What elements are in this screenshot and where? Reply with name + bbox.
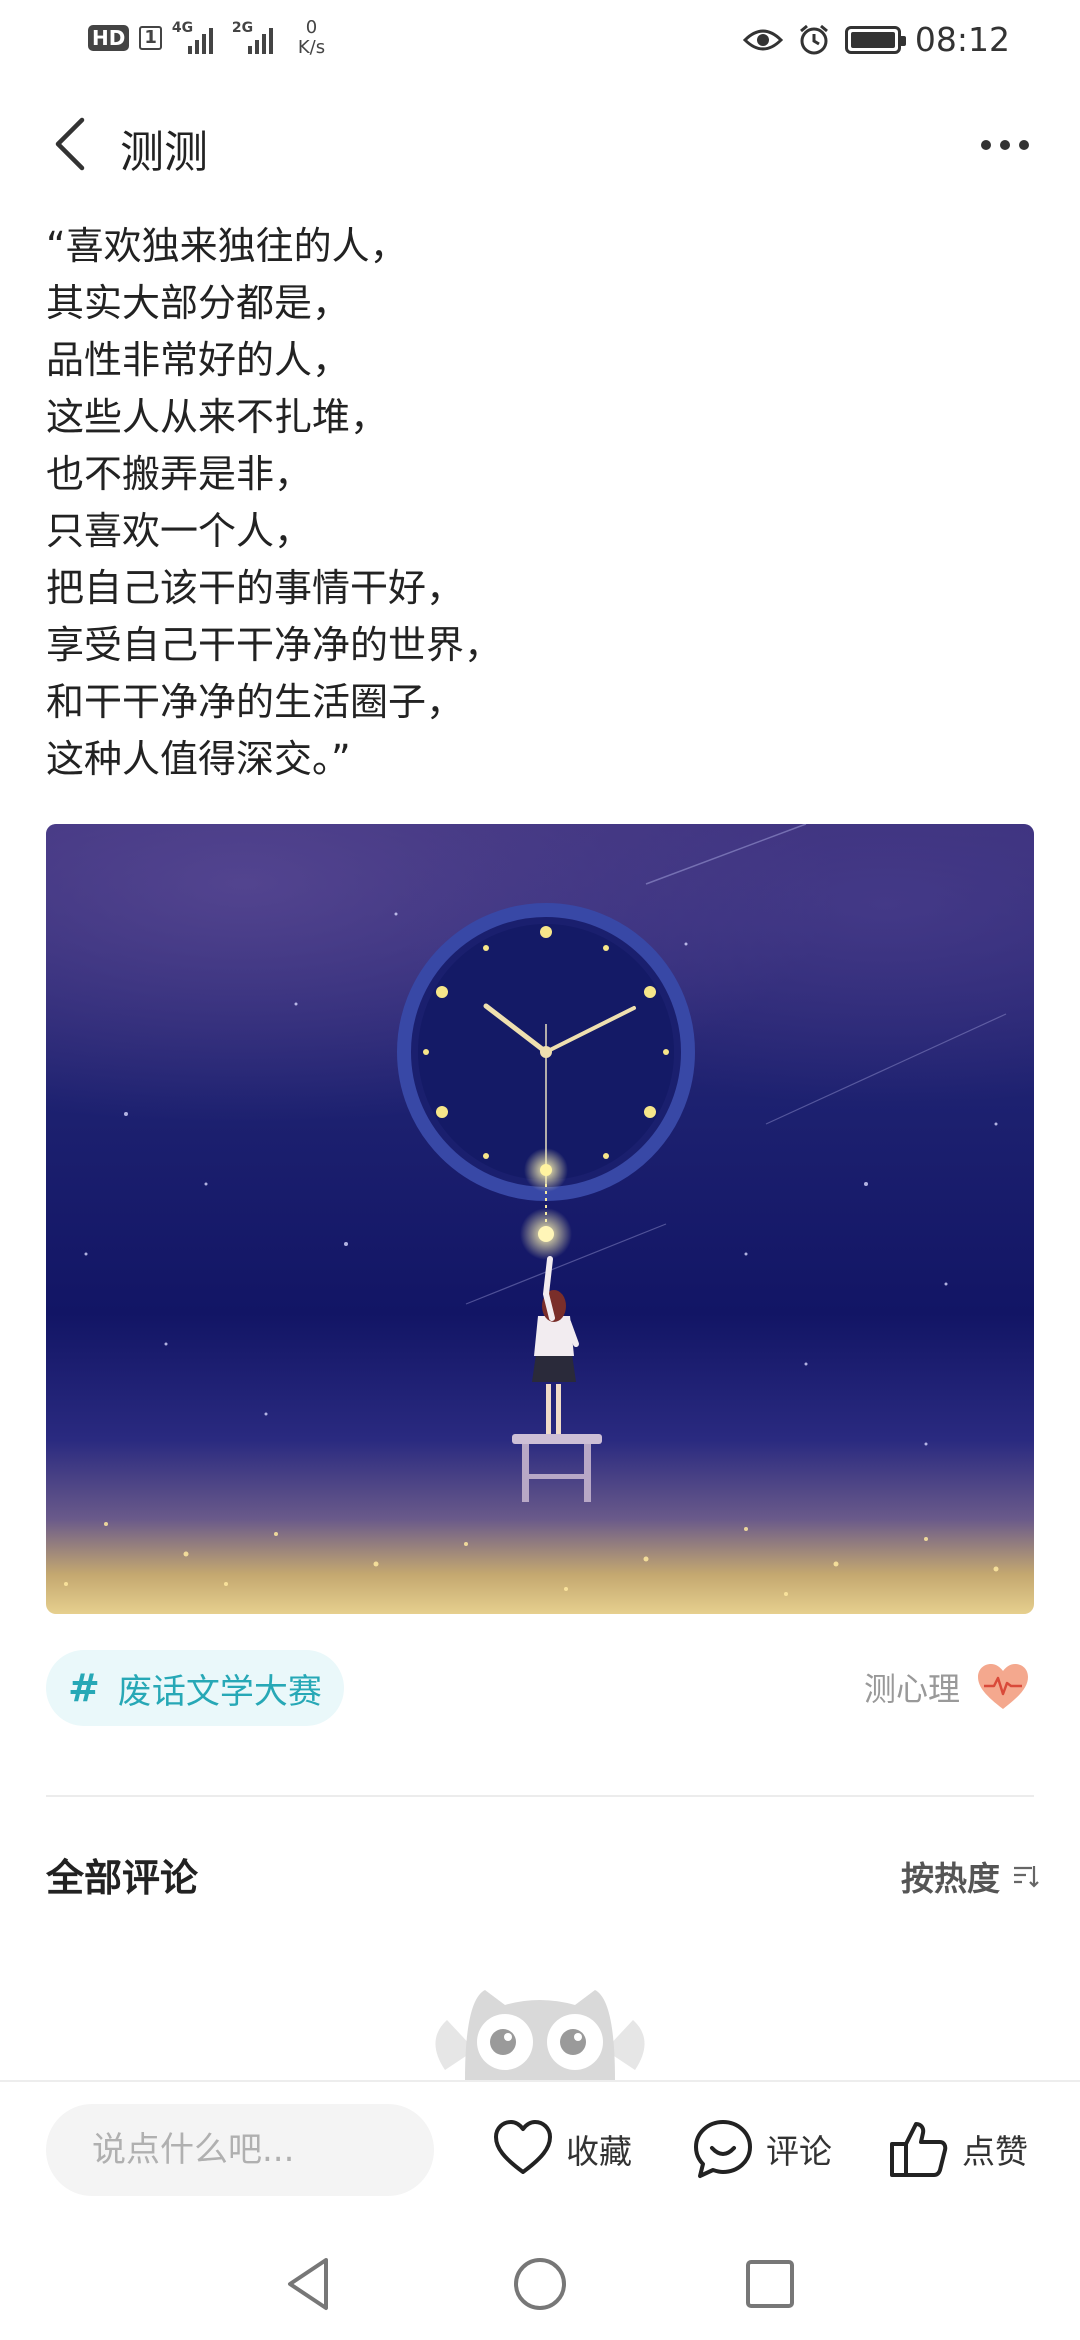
sim-badge: 1 (139, 26, 162, 50)
post-line: 只喜欢一个人， (46, 509, 313, 553)
more-options-button[interactable] (970, 120, 1040, 170)
battery-icon (844, 25, 906, 54)
thumbs-up-icon (890, 2122, 948, 2177)
divider (46, 1795, 1034, 1797)
post-body: “喜欢独来独往的人， 其实大部分都是， 品性非常好的人， 这些人从来不扎堆， 也… (46, 218, 1036, 788)
status-left: HD 1 4G 2G 0 K/s (88, 18, 325, 58)
back-arrow-icon[interactable] (44, 114, 104, 174)
page-title: 测测 (120, 127, 208, 178)
system-recent-apps-icon[interactable] (738, 2252, 802, 2316)
post-line: 把自己该干的事情干好， (46, 566, 465, 610)
dot-icon (1000, 140, 1010, 150)
post-image[interactable] (46, 824, 1034, 1614)
chat-bubble-icon (694, 2120, 752, 2178)
heart-outline-icon (494, 2120, 552, 2174)
post-line: 也不搬弄是非， (46, 452, 313, 496)
heart-pulse-icon (978, 1664, 1028, 1709)
hd-badge: HD (88, 25, 130, 51)
post-line: 这种人值得深交。” (46, 737, 351, 781)
like-button[interactable]: 点赞 (888, 2118, 1028, 2180)
signal-2g-icon: 2G (232, 20, 282, 56)
hashtag-icon: # (68, 1666, 100, 1710)
alarm-icon (799, 24, 828, 54)
comment-button[interactable]: 评论 (692, 2118, 832, 2180)
night-sky-clock-illustration (46, 824, 1034, 1614)
dot-icon (981, 140, 991, 150)
bottom-action-bar: 收藏 评论 点赞 (0, 2080, 1080, 2230)
empty-comments-owl-icon (435, 1990, 645, 2080)
dot-icon (1019, 140, 1029, 150)
favorite-label: 收藏 (566, 2132, 632, 2171)
post-line: 和干干净净的生活圈子， (46, 680, 465, 724)
status-right: 08:12 (742, 20, 1010, 59)
top-nav-bar: 测测 (0, 100, 1080, 190)
system-back-icon[interactable] (278, 2252, 342, 2316)
post-line: 品性非常好的人， (46, 338, 351, 382)
signal-4g-icon: 4G (172, 20, 222, 56)
comment-label: 评论 (766, 2132, 832, 2171)
comment-input[interactable] (46, 2104, 434, 2196)
system-navigation-bar (0, 2230, 1080, 2340)
network-speed: 0 K/s (297, 17, 326, 58)
system-home-icon[interactable] (508, 2252, 572, 2316)
post-line: 其实大部分都是， (46, 281, 351, 325)
post-line: 享受自己干干净净的世界， (46, 623, 503, 667)
sort-icon (1014, 1866, 1039, 1888)
topic-tag[interactable]: # 废话文学大赛 (46, 1650, 344, 1726)
comments-section-title: 全部评论 (46, 1856, 199, 1900)
topic-tag-label: 废话文学大赛 (117, 1671, 322, 1712)
like-label: 点赞 (962, 2132, 1028, 2171)
post-line: 这些人从来不扎堆， (46, 395, 389, 439)
post-line: “喜欢独来独往的人， (46, 224, 408, 268)
eye-icon (742, 29, 783, 50)
status-bar: HD 1 4G 2G 0 K/s 08:12 (0, 0, 1080, 80)
source-channel[interactable]: 测心理 (864, 1662, 1030, 1712)
sort-label: 按热度 (901, 1859, 1000, 1898)
sort-by-popularity-button[interactable]: 按热度 (901, 1852, 1040, 1900)
source-channel-label: 测心理 (863, 1670, 960, 1708)
status-time: 08:12 (914, 20, 1010, 59)
favorite-button[interactable]: 收藏 (492, 2118, 632, 2180)
